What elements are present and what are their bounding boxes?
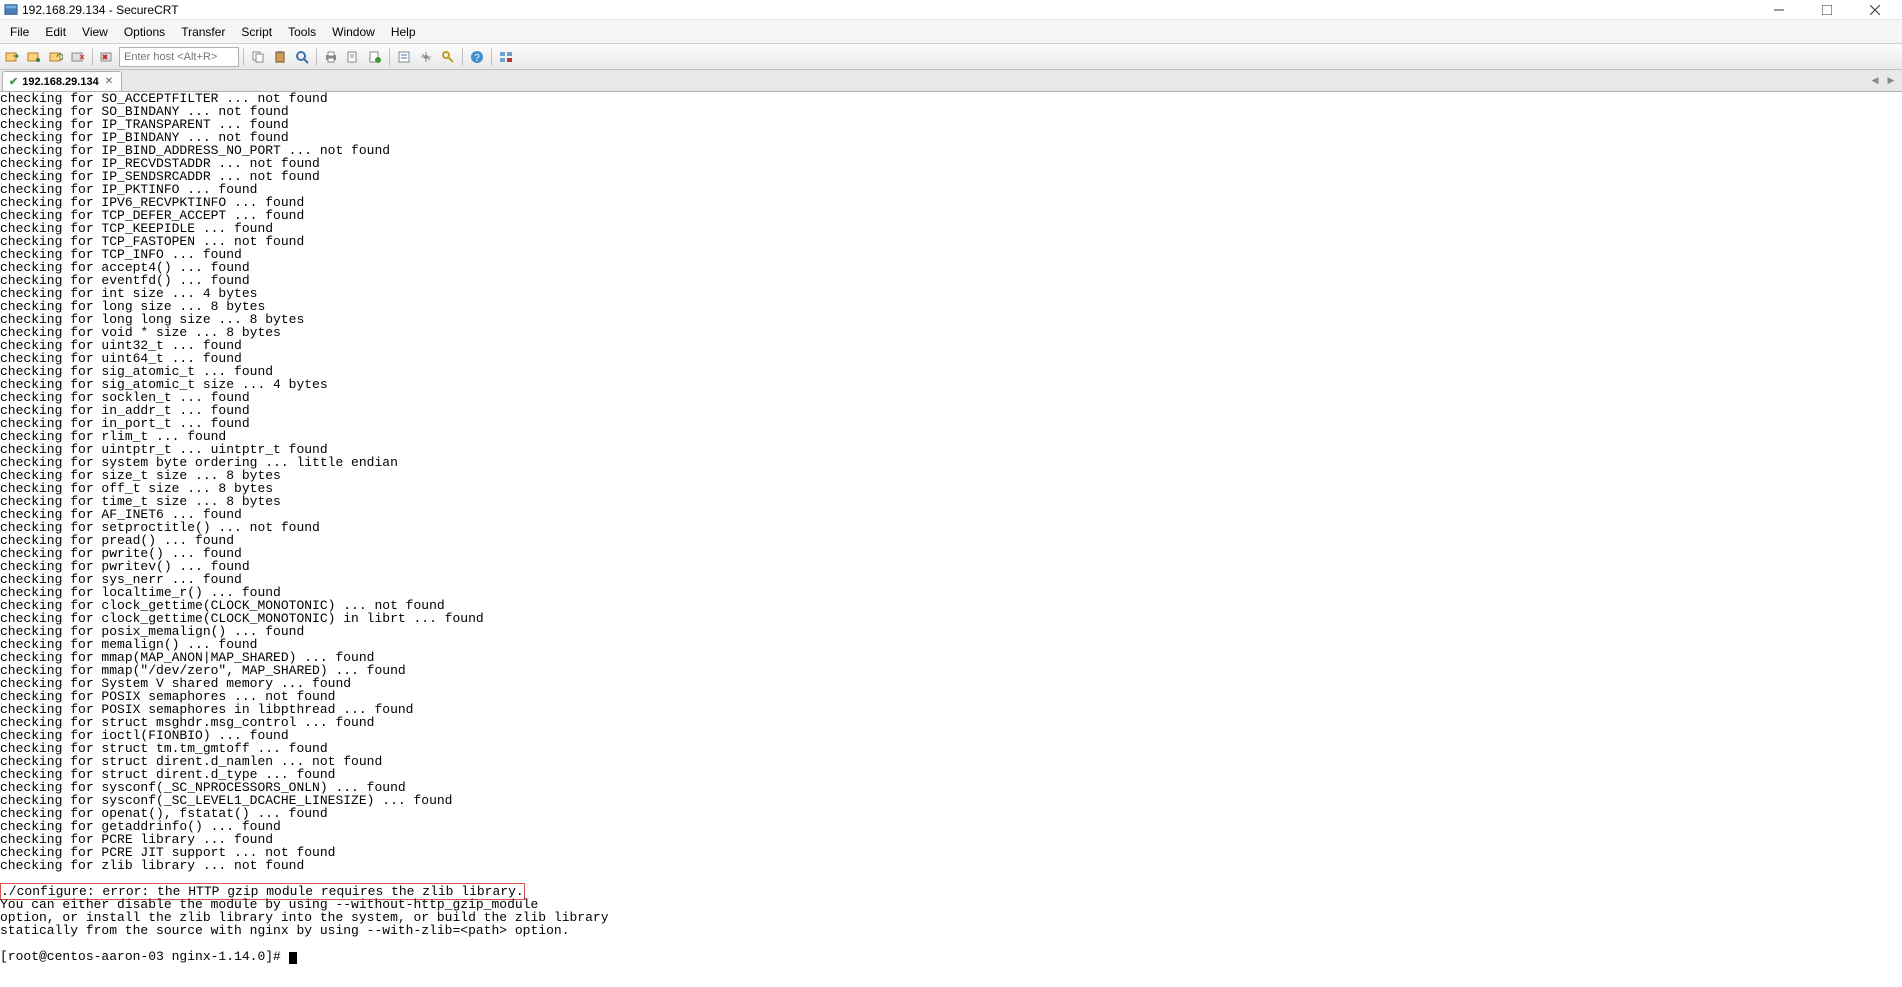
toolbar-separator: [491, 48, 492, 66]
terminal-line: checking for int size ... 4 bytes: [0, 287, 1902, 300]
toolbar-separator: [243, 48, 244, 66]
terminal-line: checking for setproctitle() ... not foun…: [0, 521, 1902, 534]
terminal-line: checking for void * size ... 8 bytes: [0, 326, 1902, 339]
connected-icon: ✔: [9, 75, 18, 88]
window-title: 192.168.29.134 - SecureCRT: [22, 3, 179, 17]
menu-tools[interactable]: Tools: [280, 22, 324, 42]
toolbar-separator: [316, 48, 317, 66]
menu-bar: File Edit View Options Transfer Script T…: [0, 20, 1902, 44]
menu-options[interactable]: Options: [116, 22, 173, 42]
terminal-line: checking for size_t size ... 8 bytes: [0, 469, 1902, 482]
terminal-prompt: [root@centos-aaron-03 nginx-1.14.0]#: [0, 950, 1902, 963]
window-controls: [1764, 1, 1898, 19]
find-icon[interactable]: [292, 47, 312, 67]
terminal-line: checking for pwrite() ... found: [0, 547, 1902, 560]
terminal-line: checking for TCP_INFO ... found: [0, 248, 1902, 261]
terminal-line: checking for posix_memalign() ... found: [0, 625, 1902, 638]
terminal-line: checking for in_port_t ... found: [0, 417, 1902, 430]
tab-nav: ◀ ▶: [1868, 72, 1898, 88]
terminal-line: checking for socklen_t ... found: [0, 391, 1902, 404]
reconnect-icon[interactable]: [46, 47, 66, 67]
print-icon[interactable]: [321, 47, 341, 67]
terminal-line: checking for off_t size ... 8 bytes: [0, 482, 1902, 495]
terminal-line: checking for in_addr_t ... found: [0, 404, 1902, 417]
host-input[interactable]: [119, 47, 239, 67]
terminal-line: checking for zlib library ... not found: [0, 859, 1902, 872]
close-button[interactable]: [1860, 1, 1890, 19]
menu-script[interactable]: Script: [233, 22, 280, 42]
log-icon[interactable]: [343, 47, 363, 67]
terminal-line: checking for time_t size ... 8 bytes: [0, 495, 1902, 508]
toolbar-separator: [92, 48, 93, 66]
terminal-line: checking for pwritev() ... found: [0, 560, 1902, 573]
terminal-line: checking for TCP_DEFER_ACCEPT ... found: [0, 209, 1902, 222]
window-list-icon[interactable]: [496, 47, 516, 67]
maximize-button[interactable]: [1812, 1, 1842, 19]
menu-file[interactable]: File: [2, 22, 37, 42]
minimize-button[interactable]: [1764, 1, 1794, 19]
menu-edit[interactable]: Edit: [37, 22, 74, 42]
terminal-line: checking for pread() ... found: [0, 534, 1902, 547]
disconnect-icon[interactable]: [68, 47, 88, 67]
terminal-line: checking for IP_SENDSRCADDR ... not foun…: [0, 170, 1902, 183]
terminal-line: checking for uint64_t ... found: [0, 352, 1902, 365]
terminal-line: checking for sig_atomic_t size ... 4 byt…: [0, 378, 1902, 391]
terminal-line: checking for openat(), fstatat() ... fou…: [0, 807, 1902, 820]
toolbar-separator: [389, 48, 390, 66]
menu-help[interactable]: Help: [383, 22, 424, 42]
terminal[interactable]: checking for SO_ACCEPTFILTER ... not fou…: [0, 92, 1902, 987]
menu-window[interactable]: Window: [324, 22, 383, 42]
terminal-line: statically from the source with nginx by…: [0, 924, 1902, 937]
properties-icon[interactable]: [394, 47, 414, 67]
terminal-line: checking for system byte ordering ... li…: [0, 456, 1902, 469]
menu-transfer[interactable]: Transfer: [173, 22, 233, 42]
new-session-icon[interactable]: [365, 47, 385, 67]
key-icon[interactable]: [438, 47, 458, 67]
session-tab[interactable]: ✔ 192.168.29.134 ✕: [2, 71, 122, 91]
terminal-line: checking for getaddrinfo() ... found: [0, 820, 1902, 833]
paste-icon[interactable]: [270, 47, 290, 67]
toolbar-separator: [462, 48, 463, 66]
settings-icon[interactable]: [416, 47, 436, 67]
toolbar: ?: [0, 44, 1902, 70]
help-icon[interactable]: ?: [467, 47, 487, 67]
copy-icon[interactable]: [248, 47, 268, 67]
terminal-line: checking for eventfd() ... found: [0, 274, 1902, 287]
connect-icon[interactable]: [24, 47, 44, 67]
tab-prev-icon[interactable]: ◀: [1868, 72, 1882, 88]
terminal-line: checking for TCP_FASTOPEN ... not found: [0, 235, 1902, 248]
tab-close-icon[interactable]: ✕: [103, 76, 115, 87]
svg-text:?: ?: [474, 53, 480, 64]
terminal-line: checking for accept4() ... found: [0, 261, 1902, 274]
quick-connect-icon[interactable]: [2, 47, 22, 67]
cursor: [289, 952, 297, 964]
title-bar: 192.168.29.134 - SecureCRT: [0, 0, 1902, 20]
menu-view[interactable]: View: [74, 22, 116, 42]
tab-bar: ✔ 192.168.29.134 ✕ ◀ ▶: [0, 70, 1902, 92]
app-icon: [4, 3, 18, 17]
disconnect-all-icon[interactable]: [97, 47, 117, 67]
tab-next-icon[interactable]: ▶: [1884, 72, 1898, 88]
terminal-line: checking for uint32_t ... found: [0, 339, 1902, 352]
terminal-line: checking for sys_nerr ... found: [0, 573, 1902, 586]
tab-label: 192.168.29.134: [22, 76, 98, 88]
terminal-line: checking for long long size ... 8 bytes: [0, 313, 1902, 326]
